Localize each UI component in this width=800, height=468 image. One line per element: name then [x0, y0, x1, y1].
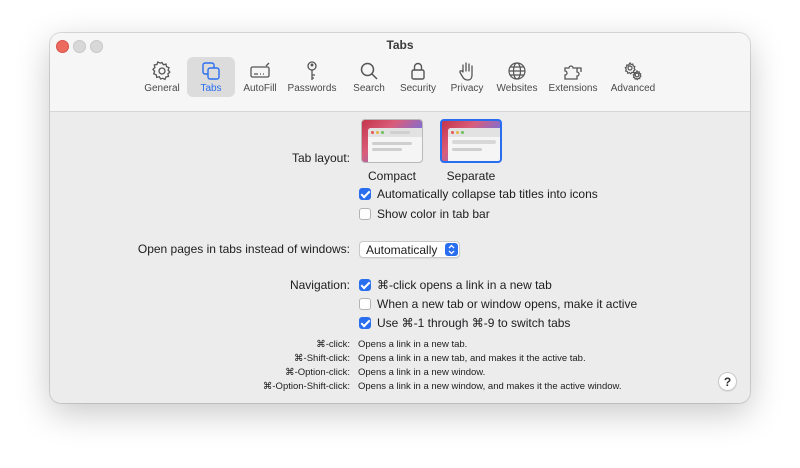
collapse-tab-titles-checkbox[interactable]	[359, 188, 371, 200]
shortcut-key: ⌘-Option-click:	[285, 367, 350, 378]
tabs-icon	[200, 60, 222, 82]
open-pages-popup[interactable]: Automatically	[359, 241, 460, 258]
shortcut-key: ⌘-Option-Shift-click:	[262, 381, 350, 392]
show-color-tab-bar-checkbox[interactable]	[359, 208, 371, 220]
shortcut-description: Opens a link in a new tab, and makes it …	[358, 353, 586, 364]
tab-tabs[interactable]: Tabs	[187, 57, 235, 97]
key-icon	[301, 60, 323, 82]
shortcut-key: ⌘-click:	[316, 339, 350, 350]
show-color-tab-bar-checkbox-row[interactable]: Show color in tab bar	[359, 207, 490, 221]
collapse-tab-titles-checkbox-row[interactable]: Automatically collapse tab titles into i…	[359, 187, 598, 201]
collapse-tab-titles-label: Automatically collapse tab titles into i…	[377, 187, 598, 201]
globe-icon	[506, 60, 528, 82]
cmd-click-new-tab-label: ⌘-click opens a link in a new tab	[377, 278, 552, 292]
title-bar: Tabs General Tabs AutoFill Passwords Sea…	[50, 33, 750, 112]
shortcut-key: ⌘-Shift-click:	[294, 353, 350, 364]
shortcut-description: Opens a link in a new tab.	[358, 339, 468, 350]
layout-option-compact[interactable]: Compact	[361, 119, 423, 183]
tab-layout-label: Tab layout:	[291, 151, 350, 165]
tab-advanced[interactable]: Advanced	[609, 57, 657, 97]
open-pages-label: Open pages in tabs instead of windows:	[137, 242, 350, 256]
separate-label: Separate	[446, 169, 496, 183]
make-active-label: When a new tab or window opens, make it …	[377, 297, 638, 311]
help-button[interactable]: ?	[718, 372, 737, 391]
tab-websites[interactable]: Websites	[493, 57, 541, 97]
make-active-checkbox[interactable]	[359, 298, 371, 310]
layout-option-separate[interactable]: Separate	[440, 119, 502, 183]
navigation-label: Navigation:	[289, 278, 350, 292]
open-pages-value: Automatically	[366, 242, 438, 257]
compact-layout-thumbnail[interactable]	[361, 119, 423, 163]
puzzle-icon	[562, 60, 584, 82]
cmd-number-switch-checkbox[interactable]	[359, 317, 371, 329]
tab-search[interactable]: Search	[345, 57, 393, 97]
tab-privacy[interactable]: Privacy	[443, 57, 491, 97]
tab-autofill[interactable]: AutoFill	[236, 57, 284, 97]
compact-label: Compact	[367, 169, 417, 183]
preferences-window: Tabs General Tabs AutoFill Passwords Sea…	[50, 33, 750, 403]
tab-security[interactable]: Security	[394, 57, 442, 97]
separate-layout-thumbnail[interactable]	[440, 119, 502, 163]
tab-passwords[interactable]: Passwords	[288, 57, 336, 97]
cmd-click-new-tab-checkbox[interactable]	[359, 279, 371, 291]
lock-icon	[407, 60, 429, 82]
cmd-number-switch-checkbox-row[interactable]: Use ⌘-1 through ⌘-9 to switch tabs	[359, 316, 570, 330]
autofill-icon	[249, 60, 271, 82]
shortcut-description: Opens a link in a new window.	[358, 367, 486, 378]
gear-icon	[151, 60, 173, 82]
gears-icon	[622, 60, 644, 82]
cmd-click-new-tab-checkbox-row[interactable]: ⌘-click opens a link in a new tab	[359, 278, 552, 292]
cmd-number-switch-label: Use ⌘-1 through ⌘-9 to switch tabs	[377, 316, 571, 330]
tab-general[interactable]: General	[138, 57, 186, 97]
hand-icon	[456, 60, 478, 82]
tab-extensions[interactable]: Extensions	[549, 57, 597, 97]
window-title: Tabs	[386, 38, 414, 52]
show-color-tab-bar-label: Show color in tab bar	[377, 207, 490, 221]
make-active-checkbox-row[interactable]: When a new tab or window opens, make it …	[359, 297, 637, 311]
preferences-toolbar: General Tabs AutoFill Passwords Search S…	[50, 57, 750, 99]
search-icon	[358, 60, 380, 82]
tabs-preferences-pane: Tab layout: Compact Separate Automatical…	[50, 112, 750, 403]
shortcut-description: Opens a link in a new window, and makes …	[358, 381, 622, 392]
chevron-up-down-icon	[445, 243, 458, 256]
